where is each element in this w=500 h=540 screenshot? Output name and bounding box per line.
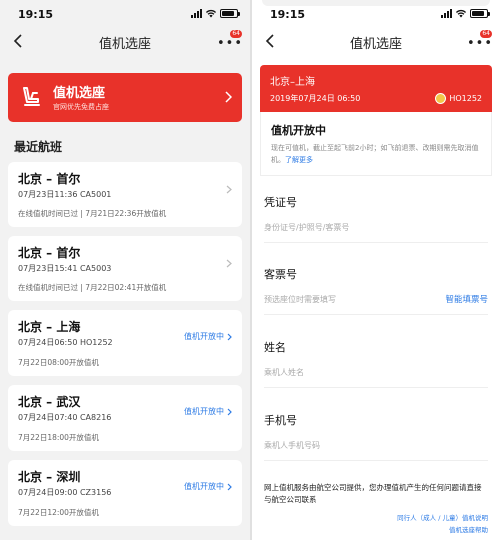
checkin-open-link[interactable]: 值机开放中 bbox=[184, 406, 232, 417]
field-divider bbox=[264, 242, 488, 243]
status-time: 19:15 bbox=[270, 8, 306, 21]
checkin-status-label: 值机开放中 bbox=[184, 482, 224, 491]
notification-badge: 64 bbox=[480, 30, 492, 38]
battery-icon bbox=[220, 9, 240, 18]
seat-icon bbox=[23, 87, 40, 106]
status-time: 19:15 bbox=[18, 8, 54, 21]
smart-fill-ticket-button[interactable]: 智能填票号 bbox=[445, 293, 488, 305]
name-label: 姓名 bbox=[264, 341, 286, 354]
flight-info: 07月24日09:00 CZ3156 bbox=[18, 488, 112, 497]
flight-checkin-note: 7月22日18:00开放值机 bbox=[18, 433, 99, 442]
chevron-right-icon bbox=[226, 185, 232, 194]
field-divider bbox=[264, 387, 488, 388]
flight-card[interactable]: 北京 – 首尔 07月23日15:41 CA5003 在线值机时间已过 | 7月… bbox=[8, 236, 242, 301]
more-dots-icon: ••• bbox=[467, 36, 494, 51]
flight-card[interactable]: 北京 – 上海 07月24日06:50 HO1252 值机开放中 7月22日08… bbox=[8, 310, 242, 376]
phone-input[interactable] bbox=[264, 436, 488, 454]
phone-label: 手机号 bbox=[264, 414, 297, 427]
checkin-open-title: 值机开放中 bbox=[271, 124, 326, 137]
ticket-label: 客票号 bbox=[264, 268, 297, 281]
learn-more-link[interactable]: 了解更多 bbox=[285, 156, 313, 164]
page-title: 值机选座 bbox=[98, 37, 151, 52]
chevron-right-icon bbox=[227, 333, 232, 340]
name-input[interactable] bbox=[264, 363, 488, 381]
checkin-open-link[interactable]: 值机开放中 bbox=[184, 481, 232, 492]
flight-route: 北京 – 上海 bbox=[18, 320, 81, 334]
checkin-open-link[interactable]: 值机开放中 bbox=[184, 331, 232, 342]
flight-info: 07月24日06:50 HO1252 bbox=[18, 338, 113, 347]
help-links: 同行人（成人 / 儿童）值机说明 值机选座帮助 bbox=[397, 512, 488, 536]
checkin-open-desc: 现在可值机，截止至起飞前2小时；如飞前退票、改期则需先取消值机。了解更多 bbox=[271, 142, 485, 166]
credential-input[interactable] bbox=[264, 218, 488, 236]
checkin-help-link[interactable]: 值机选座帮助 bbox=[397, 524, 488, 536]
field-divider bbox=[264, 314, 488, 315]
more-button[interactable]: ••• 64 bbox=[464, 30, 492, 50]
field-divider bbox=[264, 460, 488, 461]
chevron-right-icon bbox=[227, 408, 232, 415]
flight-route: 北京–上海 bbox=[270, 77, 315, 88]
chevron-right-icon bbox=[225, 91, 232, 103]
section-title-recent-flights: 最近航班 bbox=[14, 140, 63, 154]
checkin-open-card: 值机开放中 现在可值机，截止至起飞前2小时；如飞前退票、改期则需先取消值机。了解… bbox=[260, 112, 492, 176]
status-icons bbox=[441, 9, 490, 18]
flight-card[interactable]: 北京 – 武汉 07月24日07:40 CA8216 值机开放中 7月22日18… bbox=[8, 385, 242, 451]
battery-icon bbox=[470, 9, 490, 18]
flight-card[interactable]: 北京 – 深圳 07月24日09:00 CZ3156 值机开放中 7月22日12… bbox=[8, 460, 242, 526]
more-dots-icon: ••• bbox=[217, 36, 244, 51]
service-footnote: 网上值机服务由航空公司提供，您办理值机产生的任何问题请直接与航空公司联系 bbox=[264, 483, 482, 504]
status-icons bbox=[191, 9, 240, 18]
flight-checkin-note: 7月22日12:00开放值机 bbox=[18, 508, 99, 517]
chevron-right-icon bbox=[226, 259, 232, 268]
checkin-form-screen: 19:15 值机选座 ••• 64 北京–上海 2019年07月24日 06:5… bbox=[252, 0, 500, 540]
flight-info: 07月23日11:36 CA5001 bbox=[18, 190, 112, 199]
credential-label: 凭证号 bbox=[264, 196, 297, 209]
airline-logo-icon bbox=[435, 93, 447, 104]
nav-bar: 值机选座 ••• 64 bbox=[252, 26, 500, 56]
flight-route: 北京 – 深圳 bbox=[18, 470, 81, 484]
flight-checkin-note: 7月22日08:00开放值机 bbox=[18, 358, 99, 367]
flight-route: 北京 – 首尔 bbox=[18, 172, 81, 186]
status-bar: 19:15 bbox=[252, 0, 500, 26]
flight-number: HO1252 bbox=[435, 93, 482, 104]
companion-checkin-link[interactable]: 同行人（成人 / 儿童）值机说明 bbox=[397, 512, 488, 524]
flight-route: 北京 – 首尔 bbox=[18, 246, 81, 260]
banner-title: 值机选座 bbox=[53, 86, 106, 101]
flight-list-screen: 19:15 值机选座 ••• 64 值机选座 官网优先免费占座 最近航班 北京 … bbox=[0, 0, 250, 540]
signal-icon bbox=[441, 9, 452, 18]
notification-badge: 64 bbox=[230, 30, 242, 38]
flight-info: 07月23日15:41 CA5003 bbox=[18, 264, 112, 273]
checkin-status-label: 值机开放中 bbox=[184, 407, 224, 416]
flight-number-text: HO1252 bbox=[449, 94, 482, 103]
ticket-input[interactable] bbox=[264, 290, 420, 308]
more-button[interactable]: ••• 64 bbox=[214, 30, 242, 50]
flight-checkin-note: 在线值机时间已过 | 7月22日02:41开放值机 bbox=[18, 283, 167, 292]
selected-flight-header: 北京–上海 2019年07月24日 06:50 HO1252 bbox=[260, 65, 492, 112]
flight-info: 07月24日07:40 CA8216 bbox=[18, 413, 112, 422]
flight-checkin-note: 在线值机时间已过 | 7月21日22:36开放值机 bbox=[18, 209, 167, 218]
nav-bar: 值机选座 ••• 64 bbox=[0, 26, 250, 56]
chevron-right-icon bbox=[227, 483, 232, 490]
flight-route: 北京 – 武汉 bbox=[18, 395, 81, 409]
wifi-icon bbox=[456, 9, 466, 18]
flight-card[interactable]: 北京 – 首尔 07月23日11:36 CA5001 在线值机时间已过 | 7月… bbox=[8, 162, 242, 227]
checkin-status-label: 值机开放中 bbox=[184, 332, 224, 341]
banner-subtitle: 官网优先免费占座 bbox=[53, 103, 109, 111]
wifi-icon bbox=[206, 9, 216, 18]
page-title: 值机选座 bbox=[349, 37, 402, 52]
signal-icon bbox=[191, 9, 202, 18]
flight-datetime: 2019年07月24日 06:50 bbox=[270, 94, 361, 103]
checkin-banner[interactable]: 值机选座 官网优先免费占座 bbox=[8, 73, 242, 122]
status-bar: 19:15 bbox=[0, 0, 250, 26]
